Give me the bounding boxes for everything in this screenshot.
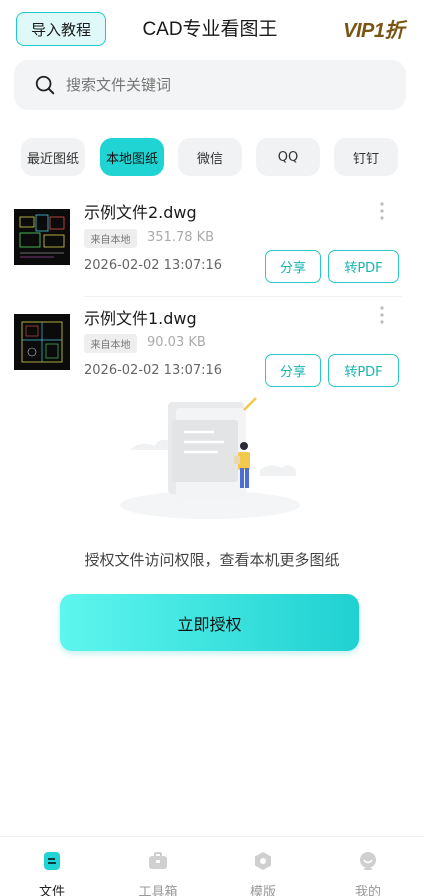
search-input[interactable] bbox=[66, 76, 366, 94]
app-header: 导入教程 CAD专业看图王 VIP1折 bbox=[0, 0, 424, 58]
nav-label: 模版 bbox=[249, 885, 276, 896]
authorize-button[interactable]: 立即授权 bbox=[60, 594, 359, 651]
nav-item-template[interactable]: 模版 bbox=[223, 837, 303, 896]
file-name: 示例文件2.dwg bbox=[84, 203, 197, 222]
nav-item-profile[interactable]: 我的 bbox=[328, 837, 408, 896]
tab-wechat[interactable]: 微信 bbox=[178, 138, 242, 176]
nav-label: 文件 bbox=[38, 885, 65, 896]
search-icon bbox=[35, 75, 55, 95]
source-tabs: 最近图纸 本地图纸 微信 QQ 钉钉 bbox=[21, 138, 411, 176]
file-date: 2026-02-02 13:07:16 bbox=[84, 363, 223, 378]
list-item[interactable]: 示例文件1.dwg 来自本地 90.03 KB 2026-02-02 13:07… bbox=[0, 294, 424, 394]
dwg-thumbnail bbox=[14, 314, 70, 370]
tab-local[interactable]: 本地图纸 bbox=[100, 138, 164, 176]
template-icon bbox=[255, 852, 271, 870]
app-title: CAD专业看图王 bbox=[142, 19, 278, 40]
more-options-icon[interactable] bbox=[378, 304, 386, 326]
tab-qq[interactable]: QQ bbox=[256, 138, 320, 176]
convert-pdf-button[interactable]: 转PDF bbox=[328, 250, 399, 283]
nav-label: 工具箱 bbox=[138, 885, 178, 896]
dwg-thumbnail bbox=[14, 209, 70, 265]
nav-label: 我的 bbox=[354, 885, 381, 896]
search-bar[interactable] bbox=[14, 60, 406, 110]
file-date: 2026-02-02 13:07:16 bbox=[84, 258, 223, 273]
file-size: 90.03 KB bbox=[147, 335, 206, 350]
toolbox-icon bbox=[149, 852, 167, 869]
import-tutorial-button[interactable]: 导入教程 bbox=[16, 12, 106, 46]
more-options-icon[interactable] bbox=[378, 200, 386, 222]
empty-state-illustration bbox=[120, 397, 300, 519]
list-item[interactable]: 示例文件2.dwg 来自本地 351.78 KB 2026-02-02 13:0… bbox=[0, 188, 424, 288]
tab-dingtalk[interactable]: 钉钉 bbox=[334, 138, 398, 176]
file-name: 示例文件1.dwg bbox=[84, 309, 197, 328]
share-button[interactable]: 分享 bbox=[265, 250, 321, 283]
source-badge: 来自本地 bbox=[84, 334, 137, 353]
nav-item-toolbox[interactable]: 工具箱 bbox=[118, 837, 198, 896]
vip-discount-badge[interactable]: VIP1折 bbox=[343, 14, 404, 43]
source-badge: 来自本地 bbox=[84, 229, 137, 248]
file-size: 351.78 KB bbox=[147, 230, 215, 245]
profile-icon bbox=[360, 852, 376, 870]
bottom-nav: 文件 工具箱 模版 我的 bbox=[0, 836, 424, 896]
nav-item-file[interactable]: 文件 bbox=[12, 837, 92, 896]
auth-message: 授权文件访问权限，查看本机更多图纸 bbox=[84, 551, 340, 569]
tab-recent[interactable]: 最近图纸 bbox=[21, 138, 85, 176]
convert-pdf-button[interactable]: 转PDF bbox=[328, 354, 399, 387]
file-icon bbox=[44, 852, 60, 870]
